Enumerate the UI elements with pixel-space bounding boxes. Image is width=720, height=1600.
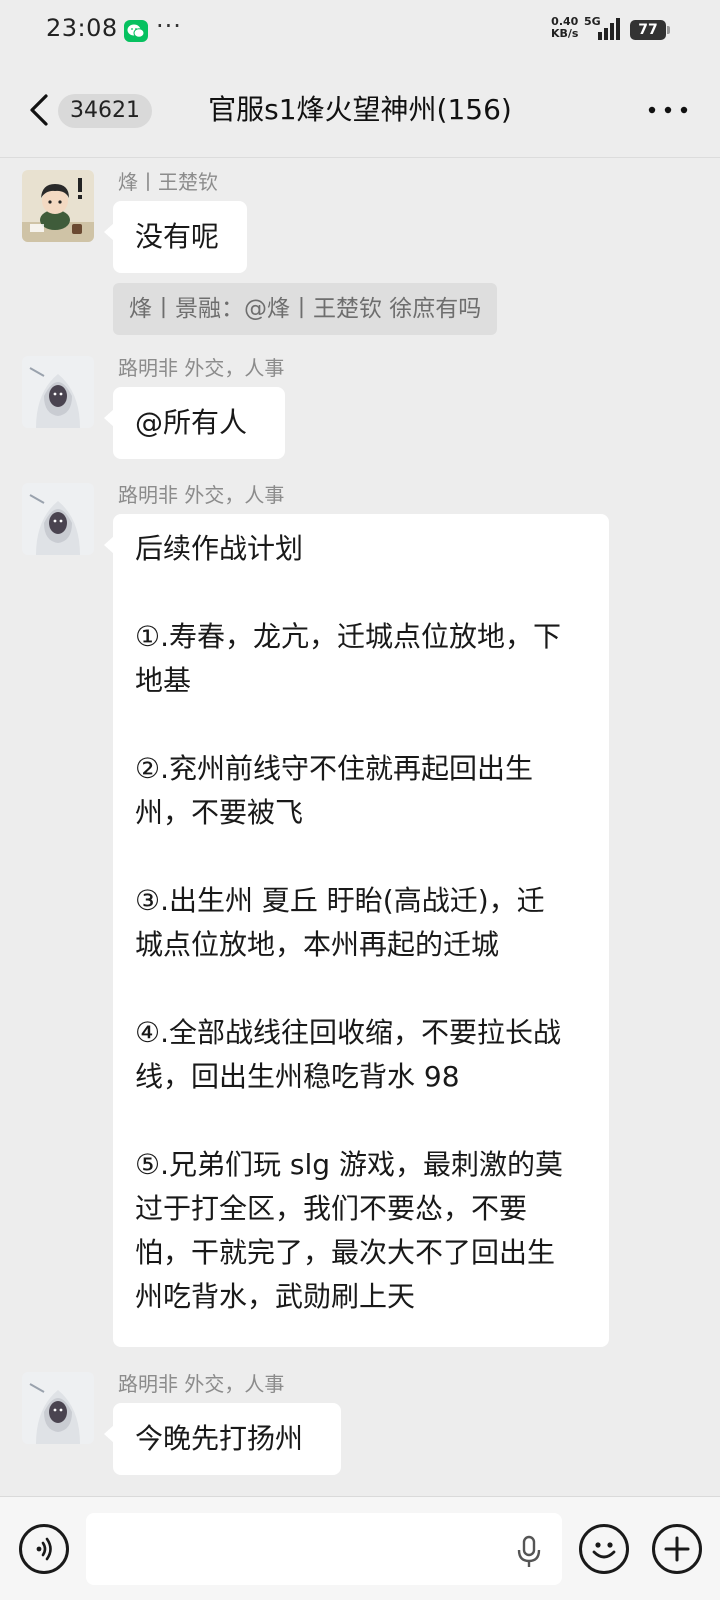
message-bubble[interactable]: 后续作战计划 ①.寿春，龙亢，迁城点位放地，下 地基 ②.兖州前线守不住就再起回出生州… <box>104 514 609 1347</box>
message-line: 怕，干就完了，最次大不了回出生 <box>135 1236 556 1269</box>
avatar[interactable] <box>22 356 94 428</box>
message-line: 地基 <box>135 664 192 697</box>
message-line: 城点位放地，本州再起的迁城 <box>135 928 500 961</box>
message-bubble[interactable]: 没有呢 <box>104 201 247 273</box>
unread-count-badge[interactable]: 34621 <box>58 94 152 128</box>
message-line: ④.全部战线往回收缩，不要拉长战 <box>135 1016 562 1049</box>
battery-icon: 77 <box>630 20 666 40</box>
message-line: ⑤.兄弟们玩 slg 游戏，最刺激的莫 <box>135 1148 563 1181</box>
sender-name: 路明非 外交，人事 <box>118 483 285 507</box>
wechat-icon <box>124 20 148 42</box>
net-speed: 0.40 KB/s <box>551 15 579 40</box>
message-line: 后续作战计划 <box>135 532 304 565</box>
status-time: 23:08 <box>46 14 118 42</box>
plus-icon[interactable] <box>652 1524 702 1574</box>
sender-name: 烽丨王楚钦 <box>118 170 218 194</box>
battery-tip <box>667 26 670 34</box>
voice-icon[interactable] <box>19 1524 69 1574</box>
message-line: ③.出生州 夏丘 盱眙(高战迁)，迁 <box>135 884 545 917</box>
back-arrow-icon[interactable] <box>26 92 56 128</box>
quoted-reply[interactable]: 烽丨景融：@烽丨王楚钦 徐庶有吗 <box>113 283 498 335</box>
chat-title: 官服s1烽火望神州(156) <box>208 93 512 126</box>
message-line: ②.兖州前线守不住就再起回出生 <box>135 752 534 785</box>
emoji-icon[interactable] <box>579 1524 629 1574</box>
chat-input-bar <box>0 1496 720 1600</box>
status-bar: 23:08 ··· 0.40 KB/s 5G 77 <box>0 0 720 62</box>
mic-icon[interactable] <box>516 1535 542 1569</box>
avatar[interactable] <box>22 1372 94 1444</box>
message-bubble[interactable]: 今晚先打扬州 <box>104 1403 341 1475</box>
message-bubble[interactable]: @所有人 <box>104 387 285 459</box>
message-line: 过于打全区，我们不要怂，不要 <box>135 1192 528 1225</box>
message-input[interactable] <box>86 1513 562 1585</box>
message-line: 线，回出生州稳吃背水 98 <box>135 1060 460 1093</box>
avatar[interactable] <box>22 483 94 555</box>
message-text: 后续作战计划 ①.寿春，龙亢，迁城点位放地，下 地基 ②.兖州前线守不住就再起回出生州… <box>135 527 587 1319</box>
more-dots-icon: ··· <box>156 12 182 40</box>
more-options-icon[interactable] <box>646 102 690 118</box>
message-line: ①.寿春，龙亢，迁城点位放地，下 <box>135 620 562 653</box>
sender-name: 路明非 外交，人事 <box>118 1372 285 1396</box>
sender-name: 路明非 外交，人事 <box>118 356 285 380</box>
chat-header: 34621 官服s1烽火望神州(156) <box>0 62 720 158</box>
signal-icon <box>598 18 620 40</box>
message-line: 州吃背水，武勋刷上天 <box>135 1280 416 1313</box>
avatar[interactable] <box>22 170 94 242</box>
message-line: 州，不要被飞 <box>135 796 304 829</box>
